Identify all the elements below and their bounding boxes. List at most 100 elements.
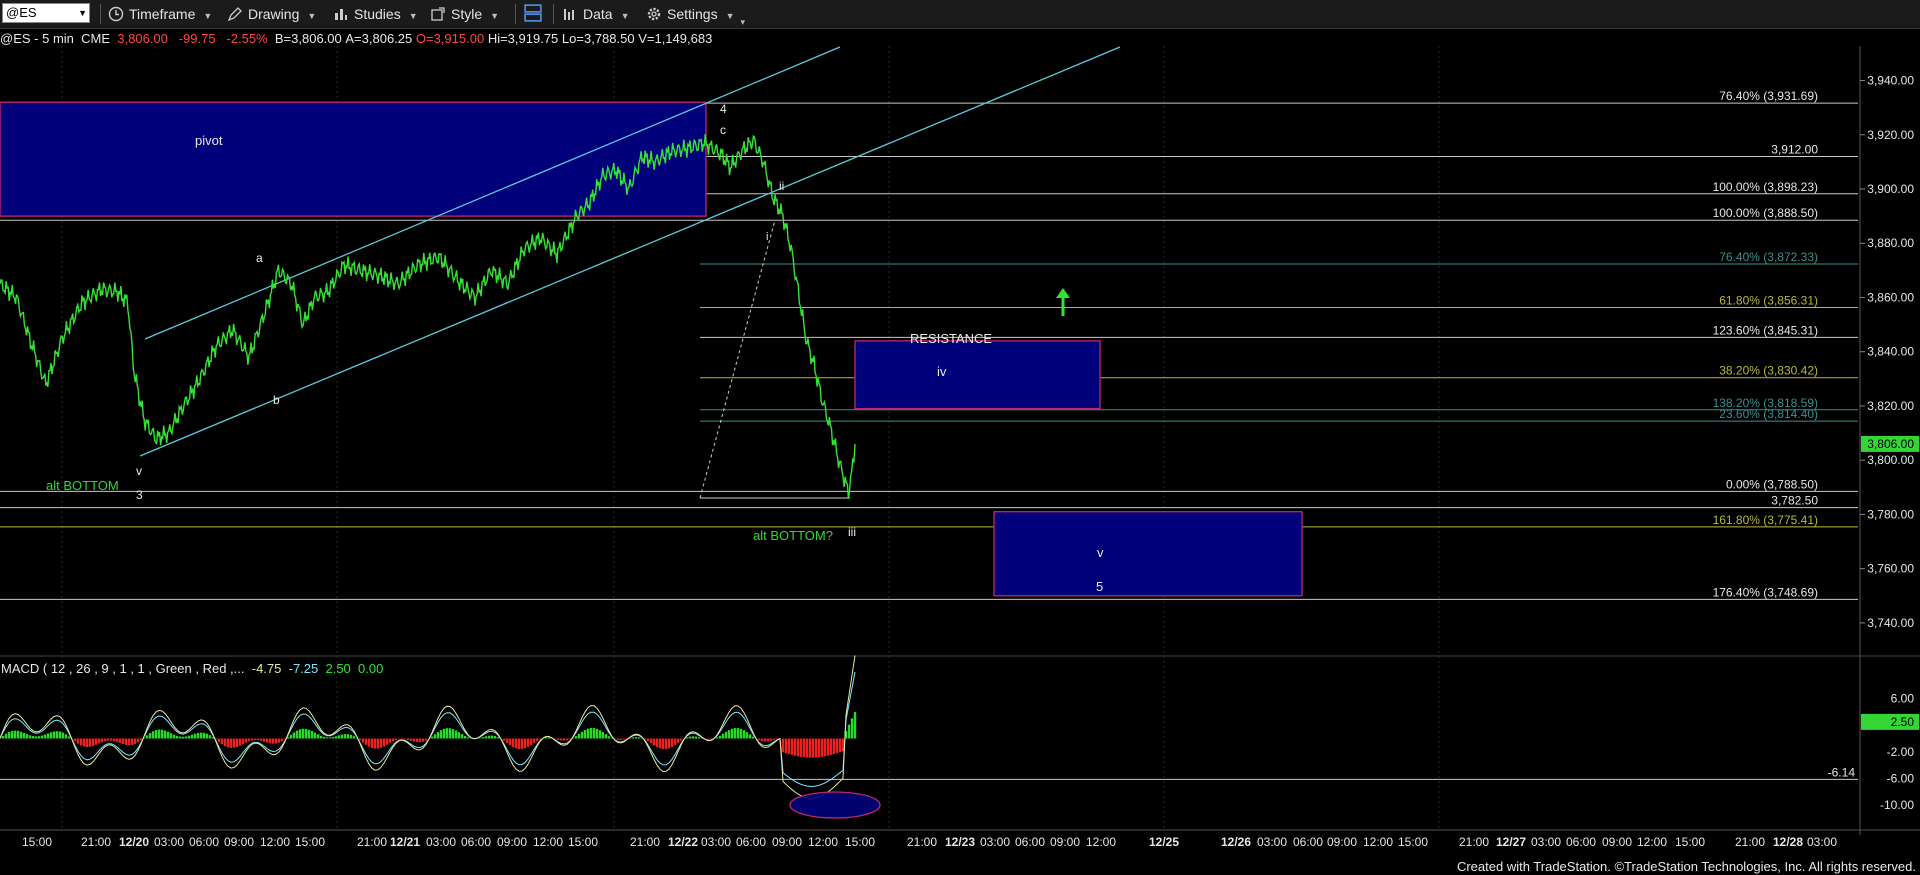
time-axis-label: 15:00 — [845, 835, 875, 849]
time-axis-label: 15:00 — [22, 835, 52, 849]
macd-axis-label: -10.00 — [1880, 798, 1914, 812]
fib-level-label: 61.80% (3,856.31) — [1719, 293, 1818, 307]
time-axis-label: 12/27 — [1496, 835, 1526, 849]
last-price-text: 3,806.00 — [1867, 437, 1914, 451]
time-axis-label: 03:00 — [1257, 835, 1287, 849]
macd-axis-label: -2.00 — [1887, 745, 1915, 759]
price-axis-label: 3,800.00 — [1867, 453, 1914, 467]
label-resistance: RESISTANCE — [910, 331, 992, 346]
time-axis-label: 15:00 — [1675, 835, 1705, 849]
label-wave-ii: ii — [779, 179, 784, 193]
label-wave-iii: iii — [848, 525, 856, 539]
label-alt-bottom-question: alt BOTTOM? — [753, 528, 833, 543]
time-axis-label: 06:00 — [461, 835, 491, 849]
time-axis-label: 12/26 — [1221, 835, 1251, 849]
time-axis-label: 06:00 — [189, 835, 219, 849]
label-wave-b: b — [273, 393, 280, 407]
pivot-box[interactable] — [0, 101, 707, 217]
price-axis-label: 3,760.00 — [1867, 562, 1914, 576]
time-axis-label: 12:00 — [1637, 835, 1667, 849]
price-axis-label: 3,820.00 — [1867, 399, 1914, 413]
time-axis-label: 06:00 — [1566, 835, 1596, 849]
time-axis-label: 21:00 — [1735, 835, 1765, 849]
time-axis-label: 12/20 — [119, 835, 149, 849]
price-axis-label: 3,780.00 — [1867, 507, 1914, 521]
time-axis-label: 15:00 — [295, 835, 325, 849]
fib-level-label: 176.40% (3,748.69) — [1713, 585, 1818, 599]
time-axis-label: 21:00 — [81, 835, 111, 849]
time-axis-label: 09:00 — [497, 835, 527, 849]
resistance-box[interactable] — [854, 340, 1101, 410]
time-axis-label: 12/25 — [1149, 835, 1179, 849]
time-axis-label: 12:00 — [1363, 835, 1393, 849]
fib-level-label: 123.60% (3,845.31) — [1713, 323, 1818, 337]
copyright-footer: Created with TradeStation. ©TradeStation… — [1456, 859, 1916, 874]
fib-level-label: 23.60% (3,814.40) — [1719, 407, 1818, 421]
time-axis-label: 12:00 — [1086, 835, 1116, 849]
time-axis-label: 09:00 — [224, 835, 254, 849]
time-axis-label: 21:00 — [357, 835, 387, 849]
macd-value: -4.75 — [251, 661, 282, 676]
label-wave-3: 3 — [136, 488, 143, 502]
macd-axis-label: 6.00 — [1891, 692, 1915, 706]
time-axis-label: 21:00 — [630, 835, 660, 849]
time-axis-label: 12/23 — [945, 835, 975, 849]
fib-level-label: 161.80% (3,775.41) — [1713, 513, 1818, 527]
time-axis-label: 15:00 — [568, 835, 598, 849]
time-axis-label: 12:00 — [808, 835, 838, 849]
time-axis-label: 03:00 — [154, 835, 184, 849]
time-axis-label: 03:00 — [1807, 835, 1837, 849]
time-axis-label: 09:00 — [1327, 835, 1357, 849]
time-axis-label: 06:00 — [736, 835, 766, 849]
target-box[interactable] — [993, 511, 1303, 597]
time-axis-label: 06:00 — [1015, 835, 1045, 849]
label-wave-5: 5 — [1096, 579, 1103, 594]
label-pivot: pivot — [195, 133, 223, 148]
label-wave-4: 4 — [720, 102, 727, 116]
time-axis-label: 21:00 — [907, 835, 937, 849]
time-axis-label: 12:00 — [533, 835, 563, 849]
label-wave-iv: iv — [937, 364, 947, 379]
fib-level-label: 0.00% (3,788.50) — [1726, 477, 1818, 491]
price-axis-label: 3,860.00 — [1867, 290, 1914, 304]
time-axis-label: 03:00 — [1531, 835, 1561, 849]
price-axis-label: 3,880.00 — [1867, 236, 1914, 250]
label-wave-c: c — [720, 123, 726, 137]
time-axis-label: 21:00 — [1459, 835, 1489, 849]
macd-badge-text: 2.50 — [1891, 715, 1915, 729]
time-axis-label: 06:00 — [1293, 835, 1323, 849]
time-axis-label: 09:00 — [772, 835, 802, 849]
time-axis-label: 03:00 — [701, 835, 731, 849]
time-axis-label: 12:00 — [260, 835, 290, 849]
price-axis-label: 3,940.00 — [1867, 74, 1914, 88]
fib-level-label: 100.00% (3,888.50) — [1713, 206, 1818, 220]
label-wave-i: i — [766, 231, 768, 243]
time-axis-label: 12/28 — [1773, 835, 1803, 849]
macd-signal-value: -7.25 — [288, 661, 319, 676]
price-axis-label: 3,900.00 — [1867, 182, 1914, 196]
macd-divergence-ellipse[interactable] — [789, 791, 881, 819]
fib-level-label: 3,912.00 — [1771, 142, 1818, 156]
time-axis-label: 15:00 — [1398, 835, 1428, 849]
fib-level-label: 3,782.50 — [1771, 494, 1818, 508]
label-wave-a: a — [256, 251, 263, 265]
time-axis-label: 12/22 — [668, 835, 698, 849]
fib-level-label: 76.40% (3,931.69) — [1719, 89, 1818, 103]
price-chart[interactable]: 76.40% (3,931.69) 3,912.00 100.00% (3,898.… — [0, 0, 1920, 875]
macd-legend-label: MACD ( 12 , 26 , 9 , 1 , 1 , Green , Red… — [1, 661, 245, 676]
macd-zero-value: 0.00 — [358, 661, 384, 676]
time-axis-label: 03:00 — [426, 835, 456, 849]
fib-level-label: 38.20% (3,830.42) — [1719, 364, 1818, 378]
label-alt-bottom: alt BOTTOM — [46, 478, 119, 493]
macd-level-label: -6.14 — [1828, 765, 1856, 779]
fib-level-label: 100.00% (3,898.23) — [1713, 180, 1818, 194]
time-axis-label: 12/21 — [390, 835, 420, 849]
time-axis-label: 03:00 — [980, 835, 1010, 849]
macd-axis-label: -6.00 — [1887, 771, 1915, 785]
time-axis-label: 09:00 — [1050, 835, 1080, 849]
price-axis-label: 3,740.00 — [1867, 616, 1914, 630]
fib-level-label: 76.40% (3,872.33) — [1719, 250, 1818, 264]
time-axis-label: 09:00 — [1602, 835, 1632, 849]
macd-legend[interactable]: MACD ( 12 , 26 , 9 , 1 , 1 , Green , Red… — [1, 661, 383, 676]
macd-hist-value: 2.50 — [325, 661, 351, 676]
